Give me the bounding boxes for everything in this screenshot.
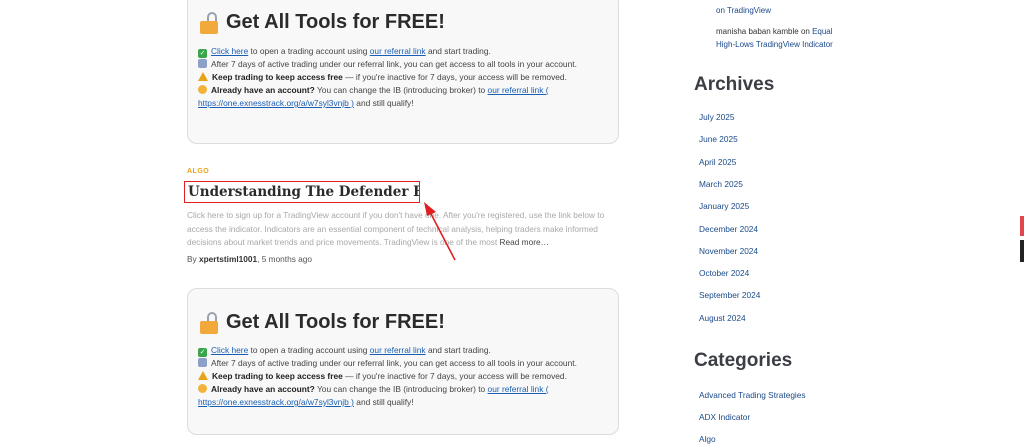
archives-heading: Archives <box>694 74 775 95</box>
edge-widget[interactable] <box>1020 240 1024 262</box>
warning-icon <box>198 72 208 81</box>
calendar-icon <box>198 59 207 68</box>
post-excerpt: Click here to sign up for a TradingView … <box>187 209 627 250</box>
promo-text: — if you're inactive for 7 days, your ac… <box>342 72 567 82</box>
archive-link[interactable]: March 2025 <box>699 179 743 189</box>
promo-bold: Keep trading to keep access free <box>212 72 343 82</box>
promo-text: to open a trading account using <box>248 345 370 355</box>
promo-lines: ✓ Click here to open a trading account us… <box>198 45 608 110</box>
promo-bold: Already have an account? <box>211 85 315 95</box>
pointing-hand-icon <box>198 384 207 393</box>
categories-heading: Categories <box>694 350 793 371</box>
recent-comment: manisha baban kamble on Equal High-Lows … <box>716 25 833 51</box>
click-here-link[interactable]: Click here <box>211 46 248 56</box>
promo-text: and still qualify! <box>353 98 414 108</box>
promo-title-text: Get All Tools for FREE! <box>226 11 445 33</box>
warning-icon <box>198 371 208 380</box>
exness-url-link[interactable]: https://one.exnesstrack.org/a/w7syl3vnjb… <box>198 98 354 108</box>
category-link[interactable]: Advanced Trading Strategies <box>699 390 806 400</box>
archive-link[interactable]: April 2025 <box>699 157 736 167</box>
read-more-link[interactable]: Read more… <box>500 237 549 247</box>
edge-widget[interactable] <box>1020 216 1024 236</box>
exness-url-link[interactable]: https://one.exnesstrack.org/a/w7syl3vnjb… <box>198 397 354 407</box>
promo-text: You can change the IB (introducing broke… <box>314 384 488 394</box>
unlock-icon <box>200 11 218 34</box>
recent-comment: on TradingView <box>716 4 771 17</box>
comment-post-link[interactable]: on TradingView <box>716 6 771 15</box>
promo-text: You can change the IB (introducing broke… <box>314 85 488 95</box>
post-byline: By xpertstiml1001, 5 months ago <box>187 254 312 264</box>
promo-box: Get All Tools for FREE! ✓ Click here to o… <box>187 288 619 435</box>
referral-link[interactable]: our referral link ( <box>488 85 549 95</box>
promo-bold: Keep trading to keep access free <box>212 371 343 381</box>
comment-post-link[interactable]: High-Lows TradingView Indicator <box>716 40 833 49</box>
comment-author: manisha baban kamble <box>716 27 799 36</box>
click-here-link[interactable]: Click here <box>211 345 248 355</box>
comment-on: on <box>798 27 813 36</box>
archive-link[interactable]: June 2025 <box>699 134 738 144</box>
promo-lines: ✓ Click here to open a trading account us… <box>198 344 608 409</box>
post-date: , 5 months ago <box>257 254 313 264</box>
archive-link[interactable]: September 2024 <box>699 290 760 300</box>
archive-link[interactable]: July 2025 <box>699 112 735 122</box>
archive-link[interactable]: December 2024 <box>699 224 758 234</box>
archive-link[interactable]: October 2024 <box>699 268 749 278</box>
promo-title: Get All Tools for FREE! <box>200 311 445 334</box>
category-link[interactable]: ADX Indicator <box>699 412 750 422</box>
promo-bold: Already have an account? <box>211 384 315 394</box>
by-label: By <box>187 254 199 264</box>
promo-text: and start trading. <box>425 345 491 355</box>
promo-text: and start trading. <box>425 46 491 56</box>
author-link[interactable]: xpertstiml1001 <box>199 254 257 264</box>
check-icon: ✓ <box>198 49 207 58</box>
promo-box: Get All Tools for FREE! ✓ Click here to o… <box>187 0 619 144</box>
post-title[interactable]: Understanding The Defender EA <box>184 181 420 203</box>
referral-link[interactable]: our referral link ( <box>488 384 549 394</box>
comment-post-link[interactable]: Equal <box>812 27 832 36</box>
promo-text: After 7 days of active trading under our… <box>211 59 577 69</box>
referral-link[interactable]: our referral link <box>370 46 426 56</box>
post-category-tag[interactable]: ALGO <box>187 168 209 175</box>
archive-link[interactable]: November 2024 <box>699 246 758 256</box>
promo-text: and still qualify! <box>353 397 414 407</box>
referral-link[interactable]: our referral link <box>370 345 426 355</box>
promo-title-text: Get All Tools for FREE! <box>226 311 445 333</box>
calendar-icon <box>198 358 207 367</box>
promo-text: to open a trading account using <box>248 46 370 56</box>
check-icon: ✓ <box>198 348 207 357</box>
promo-title: Get All Tools for FREE! <box>200 11 445 34</box>
pointing-hand-icon <box>198 85 207 94</box>
promo-text: — if you're inactive for 7 days, your ac… <box>342 371 567 381</box>
archive-link[interactable]: August 2024 <box>699 313 746 323</box>
category-link[interactable]: Algo <box>699 434 716 444</box>
promo-text: After 7 days of active trading under our… <box>211 358 577 368</box>
archive-link[interactable]: January 2025 <box>699 201 749 211</box>
unlock-icon <box>200 311 218 334</box>
